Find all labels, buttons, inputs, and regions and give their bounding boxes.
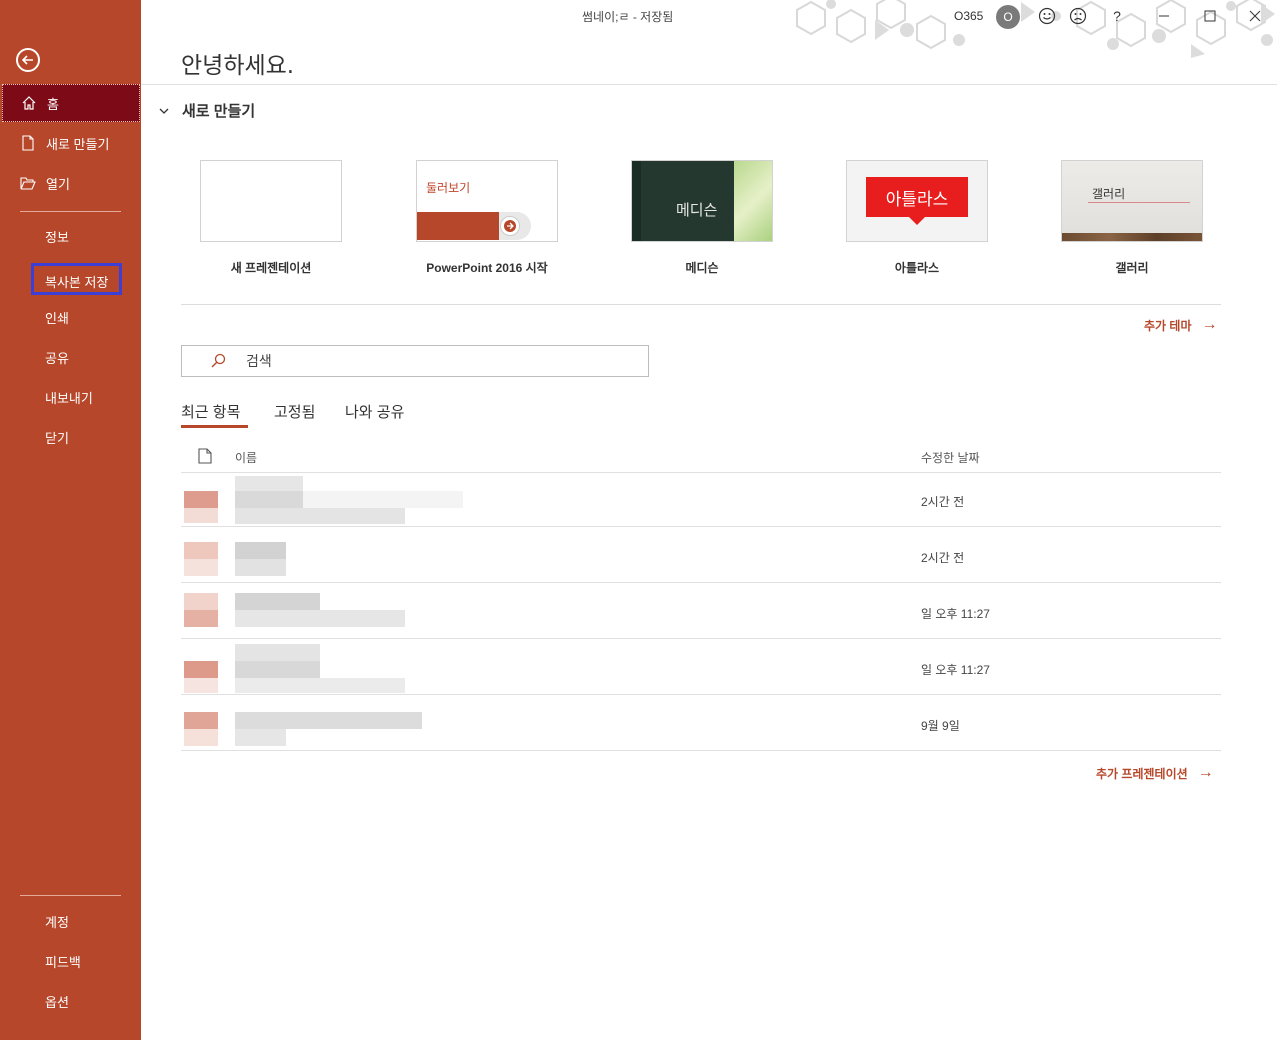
section-divider [181,304,1221,305]
active-tab-indicator [181,425,248,428]
section-title: 새로 만들기 [182,103,256,120]
sidebar-item-share[interactable]: 공유 [45,349,69,369]
help-icon[interactable]: ? [1107,6,1127,26]
new-document-icon [20,135,36,151]
row-divider [181,638,1221,639]
close-icon[interactable] [1245,6,1265,26]
template-name: 갤러리 [1115,261,1149,275]
template-madison[interactable]: 메디슨 메디슨 [631,160,773,275]
modified-date: 2시간 전 [921,495,965,509]
arrow-right-icon: → [1197,764,1214,781]
sidebar-item-label: 복사본 저장 [45,275,109,290]
sidebar-item-account[interactable]: 계정 [45,913,69,933]
sidebar-item-close[interactable]: 닫기 [45,429,69,449]
thumb-text: 메디슨 [676,202,718,219]
template-name: PowerPoint 2016 시작 [426,261,548,275]
template-blank[interactable]: 새 프레젠테이션 [200,160,342,275]
sidebar-item-label: 새로 만들기 [46,136,110,152]
home-icon [21,95,37,111]
more-presentations-link[interactable]: 추가 프레젠테이션 → [1096,764,1214,782]
sidebar-divider [20,211,121,212]
column-header-modified[interactable]: 수정한 날짜 [921,449,980,466]
modified-date: 일 오후 11:27 [921,607,990,621]
arrow-right-icon: → [1201,316,1218,333]
column-header-name[interactable]: 이름 [235,449,257,466]
modified-date: 9월 9일 [921,719,960,733]
tab-recent[interactable]: 최근 항목 [181,401,240,422]
template-gallery[interactable]: 갤러리 갤러리 [1061,160,1203,275]
sidebar-item-open[interactable]: 열기 [0,164,141,202]
tab-pinned[interactable]: 고정됨 [274,401,315,422]
template-thumbnail: 갤러리 [1061,160,1203,242]
sidebar-item-save-copy[interactable]: 복사본 저장 [31,263,122,295]
new-section-header[interactable]: 새로 만들기 [158,100,255,121]
back-button[interactable] [16,48,40,72]
template-tour[interactable]: 둘러보기 PowerPoint 2016 시작 [416,160,558,275]
template-thumbnail: 아틀라스 [846,160,988,242]
row-divider [181,750,1221,751]
thumb-text: 갤러리 [1092,187,1126,201]
template-thumbnail: 둘러보기 [416,160,558,242]
modified-date: 일 오후 11:27 [921,663,990,677]
header-divider [141,84,1277,85]
back-arrow-icon [21,55,33,65]
chevron-down-icon [159,108,169,114]
page-title: 안녕하세요. [181,53,295,79]
title-bar: 썸네이;ㄹ - 저장됨 O365 O ? [141,0,1280,58]
search-icon [211,353,226,368]
tab-shared[interactable]: 나와 공유 [345,401,404,422]
template-name: 메디슨 [685,261,719,275]
sidebar-item-label: 열기 [46,176,70,192]
template-thumbnail: 메디슨 [631,160,773,242]
backstage-sidebar: 홈 새로 만들기 열기 정보 복사본 저장 인쇄 공유 내보내기 닫기 계정 피… [0,0,141,1040]
account-label: O365 [954,9,984,23]
file-type-icon [198,448,212,464]
sidebar-divider [20,895,121,896]
search-box[interactable]: 검색 [181,345,649,377]
thumb-text: 둘러보기 [426,181,471,195]
sidebar-item-label: 홈 [47,96,59,112]
sidebar-item-feedback[interactable]: 피드백 [45,953,81,973]
template-name: 아틀라스 [894,261,940,275]
more-themes-link[interactable]: 추가 테마 → [1144,316,1218,334]
frown-feedback-icon[interactable] [1068,6,1088,26]
sidebar-item-options[interactable]: 옵션 [45,993,69,1013]
row-divider [181,694,1221,695]
folder-open-icon [20,175,36,191]
sidebar-item-info[interactable]: 정보 [45,228,69,248]
arrow-right-icon [500,216,520,236]
link-label: 추가 프레젠테이션 [1096,766,1188,781]
template-name: 새 프레젠테이션 [230,261,312,275]
template-atlas[interactable]: 아틀라스 아틀라스 [846,160,988,275]
smile-feedback-icon[interactable] [1037,6,1057,26]
modified-date: 2시간 전 [921,551,965,565]
thumb-text: 아틀라스 [885,190,949,209]
minimize-icon[interactable] [1154,6,1174,26]
row-divider [181,582,1221,583]
row-divider [181,472,1221,473]
search-input[interactable]: 검색 [246,351,272,371]
maximize-icon[interactable] [1200,6,1220,26]
sidebar-item-home[interactable]: 홈 [2,84,140,122]
avatar[interactable]: O [996,5,1020,29]
link-label: 추가 테마 [1144,318,1192,333]
sidebar-item-new[interactable]: 새로 만들기 [0,124,141,162]
sidebar-item-print[interactable]: 인쇄 [45,309,69,329]
document-title: 썸네이;ㄹ - 저장됨 [582,10,674,24]
row-divider [181,526,1221,527]
template-thumbnail [200,160,342,242]
sidebar-item-export[interactable]: 내보내기 [45,389,93,409]
